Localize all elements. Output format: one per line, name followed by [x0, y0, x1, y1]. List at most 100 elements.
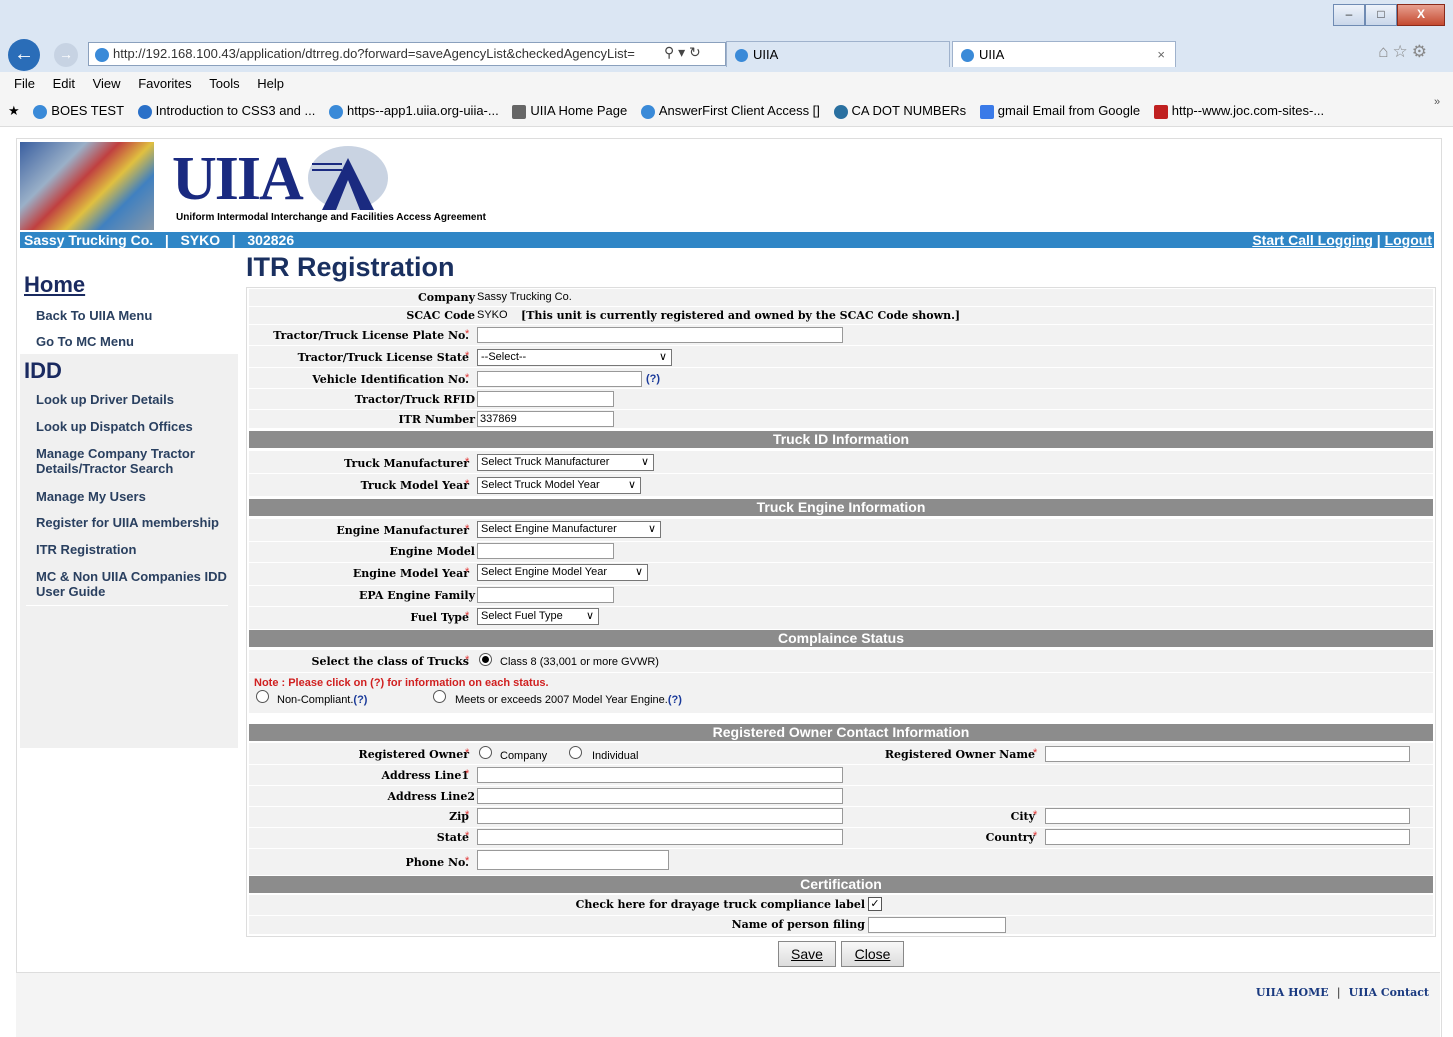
ie-icon [640, 104, 655, 119]
truck-manufacturer-select[interactable]: Select Truck Manufacturer ∨ [477, 454, 654, 471]
favorite-link[interactable]: BOES TEST [33, 96, 124, 126]
city-input[interactable] [1045, 808, 1410, 824]
close-window-button[interactable]: X [1397, 4, 1445, 26]
tab-close-icon[interactable]: × [1157, 42, 1165, 68]
sidebar-item-back-uiia[interactable]: Back To UIIA Menu [36, 308, 236, 323]
favorite-link[interactable]: CA DOT NUMBERs [833, 96, 967, 126]
required-marker: * [465, 523, 470, 535]
address2-input[interactable] [477, 788, 843, 804]
sidebar-idd-heading: IDD [24, 358, 62, 383]
sidebar-item-manage-tractor[interactable]: Manage Company Tractor Details/Tractor S… [36, 446, 236, 476]
favorites-star-icon[interactable]: ☆ [1393, 42, 1412, 61]
favorites-more-icon[interactable]: » [1434, 96, 1440, 108]
country-label: Country [985, 831, 1035, 844]
tagline: Uniform Intermodal Interchange and Facil… [176, 212, 486, 223]
favorite-link[interactable]: http--www.joc.com-sites-... [1153, 96, 1324, 126]
trucks-photo [20, 142, 154, 230]
menu-help[interactable]: Help [257, 72, 284, 96]
uiia-contact-link[interactable]: UIIA Contact [1349, 986, 1429, 999]
scac-value: SYKO [477, 309, 508, 321]
favorite-link[interactable]: gmail Email from Google [979, 96, 1140, 126]
favorite-link[interactable]: UIIA Home Page [512, 96, 627, 126]
engine-model-input[interactable] [477, 543, 614, 559]
epa-family-input[interactable] [477, 587, 614, 603]
truck-model-year-select[interactable]: Select Truck Model Year ∨ [477, 477, 641, 494]
required-marker: * [465, 654, 470, 666]
country-input[interactable] [1045, 829, 1410, 845]
sidebar-item-driver-details[interactable]: Look up Driver Details [36, 392, 236, 407]
favorite-link[interactable]: https--app1.uiia.org-uiia-... [328, 96, 499, 126]
sidebar-item-manage-users[interactable]: Manage My Users [36, 489, 236, 504]
engine-model-year-select[interactable]: Select Engine Model Year ∨ [477, 564, 648, 581]
address1-input[interactable] [477, 767, 843, 783]
state-input[interactable] [477, 829, 843, 845]
sidebar-item-itr-registration[interactable]: ITR Registration [36, 542, 236, 557]
meets-2007-help-link[interactable]: (?) [668, 694, 682, 706]
phone-input[interactable] [477, 850, 669, 870]
owner-individual-radio[interactable] [569, 746, 582, 759]
owner-company-radio[interactable] [479, 746, 492, 759]
required-marker: * [1033, 809, 1038, 821]
sidebar-item-register[interactable]: Register for UIIA membership [36, 515, 236, 530]
noncompliant-help-link[interactable]: (?) [353, 694, 367, 706]
itr-number-input[interactable]: 337869 [477, 411, 614, 427]
logout-link[interactable]: Logout [1385, 232, 1432, 248]
rfid-input[interactable] [477, 391, 614, 407]
menu-tools[interactable]: Tools [209, 72, 239, 96]
favorite-label: CA DOT NUMBERs [851, 103, 967, 118]
menu-view[interactable]: View [93, 72, 121, 96]
menu-edit[interactable]: Edit [53, 72, 75, 96]
filer-name-input[interactable] [868, 917, 1006, 933]
search-icon[interactable]: ⚲ ▾ ↻ [664, 44, 701, 61]
engine-manufacturer-select[interactable]: Select Engine Manufacturer ∨ [477, 521, 661, 538]
zip-input[interactable] [477, 808, 843, 824]
close-button[interactable]: Close [841, 941, 904, 967]
favorite-link[interactable]: Introduction to CSS3 and ... [137, 96, 315, 126]
joc-icon [1153, 104, 1168, 119]
address-bar[interactable]: http://192.168.100.43/application/dtrreg… [88, 42, 726, 66]
class8-radio[interactable] [479, 653, 492, 666]
select-value: Select Truck Manufacturer [481, 456, 610, 468]
tab-uiia-1[interactable]: UIIA [726, 41, 950, 67]
drayage-checkbox[interactable]: ✓ [868, 897, 882, 911]
save-button[interactable]: Save [778, 941, 836, 967]
itr-number-label: ITR Number [398, 413, 475, 426]
back-button[interactable]: ← [8, 39, 40, 71]
engine-manufacturer-label: Engine Manufacturer [336, 524, 469, 537]
vin-input[interactable] [477, 371, 642, 387]
section-truck-id: Truck ID Information [249, 431, 1433, 448]
sidebar-home-heading[interactable]: Home [24, 272, 85, 298]
toolbar-icons[interactable]: ⌂☆⚙ [1378, 42, 1431, 62]
ie-icon [735, 49, 748, 63]
required-marker: * [465, 610, 470, 622]
favorites-star-icon[interactable]: ★ [8, 96, 20, 126]
uiia-home-link[interactable]: UIIA HOME [1256, 986, 1329, 999]
minimize-button[interactable]: – [1333, 4, 1365, 26]
maximize-button[interactable]: □ [1365, 4, 1397, 26]
menu-file[interactable]: File [14, 72, 35, 96]
plate-input[interactable] [477, 327, 843, 343]
ie-icon [33, 104, 48, 119]
required-marker: * [465, 350, 470, 362]
scac-note: [This unit is currently registered and o… [521, 309, 961, 322]
sidebar-item-user-guide[interactable]: MC & Non UIIA Companies IDD User Guide [36, 569, 236, 599]
owner-name-input[interactable] [1045, 746, 1410, 762]
favorite-label: BOES TEST [51, 103, 125, 118]
forward-button[interactable]: → [54, 43, 78, 67]
sidebar-item-mc-menu[interactable]: Go To MC Menu [36, 334, 236, 349]
noncompliant-radio[interactable] [256, 690, 269, 703]
vin-help-link[interactable]: (?) [646, 373, 660, 385]
meets-2007-radio[interactable] [433, 690, 446, 703]
chevron-down-icon: ∨ [634, 566, 643, 578]
sidebar-item-dispatch-offices[interactable]: Look up Dispatch Offices [36, 419, 236, 434]
select-value: Select Fuel Type [481, 610, 563, 622]
favorite-link[interactable]: AnswerFirst Client Access [] [640, 96, 820, 126]
fuel-type-select[interactable]: Select Fuel Type ∨ [477, 608, 599, 625]
menu-favorites[interactable]: Favorites [138, 72, 191, 96]
home-icon[interactable]: ⌂ [1378, 42, 1392, 61]
start-call-logging-link[interactable]: Start Call Logging [1252, 232, 1373, 248]
tab-uiia-2[interactable]: UIIA × [952, 41, 1176, 67]
license-state-select[interactable]: --Select-- ∨ [477, 349, 672, 366]
chevron-down-icon: ∨ [585, 610, 594, 622]
settings-gear-icon[interactable]: ⚙ [1412, 42, 1431, 61]
